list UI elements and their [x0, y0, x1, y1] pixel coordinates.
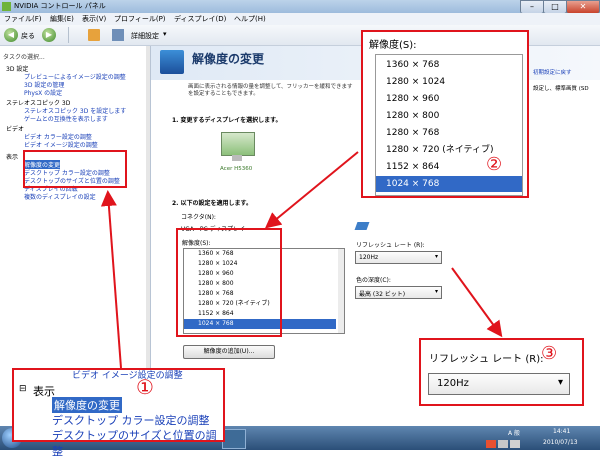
- arrow-refresh-to-callout3: [451, 267, 503, 338]
- arrow-callout1-to-tree: [100, 190, 122, 369]
- arrow-callout2-to-list: [264, 151, 359, 229]
- annotation-arrows: [100, 151, 503, 369]
